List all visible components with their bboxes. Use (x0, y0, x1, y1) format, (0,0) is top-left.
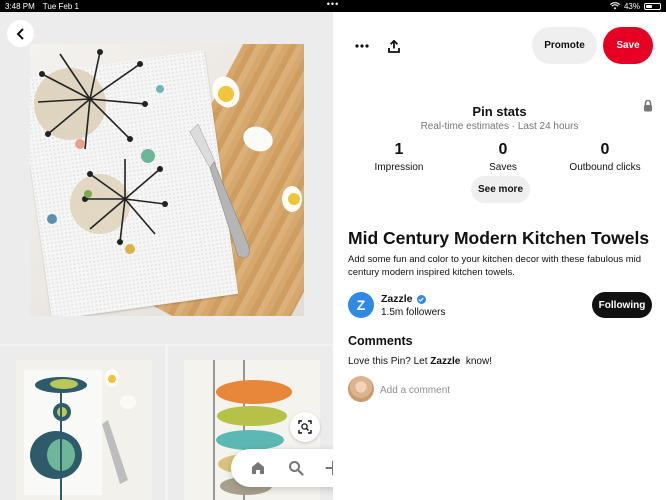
stat-label: Outbound clicks (569, 162, 641, 173)
stat-outbound-clicks: 0 Outbound clicks (555, 140, 655, 173)
pin-description: Add some fun and color to your kitchen d… (348, 254, 642, 278)
pin-closeup-screen: 3:48 PM Tue Feb 1 ••• 43% Promote Save P… (0, 0, 666, 500)
wifi-icon (609, 2, 620, 10)
lens-search-icon (298, 420, 312, 434)
comments-heading: Comments (348, 334, 413, 348)
status-date: Tue Feb 1 (42, 1, 79, 11)
multitasking-dots[interactable]: ••• (327, 0, 339, 9)
related-pin-image (16, 360, 152, 500)
comments-prompt-creator[interactable]: Zazzle (430, 356, 460, 367)
creator-name-row[interactable]: Zazzle (381, 293, 426, 305)
status-bar: 3:48 PM Tue Feb 1 ••• 43% (0, 0, 666, 12)
more-horizontal-icon (355, 44, 369, 48)
home-icon (251, 462, 264, 474)
share-upload-icon (388, 39, 400, 53)
back-button[interactable] (7, 20, 34, 47)
kitchen-towel-photo (30, 44, 304, 316)
creator-avatar[interactable]: Z (348, 292, 374, 318)
verified-badge-icon (416, 294, 426, 304)
battery-icon (644, 2, 661, 10)
stat-label: Saves (489, 162, 517, 173)
pin-title: Mid Century Modern Kitchen Towels (348, 228, 650, 248)
status-time: 3:48 PM (5, 1, 35, 11)
nav-home[interactable] (245, 455, 271, 481)
creator-name: Zazzle (381, 293, 413, 305)
add-comment-input[interactable] (380, 382, 640, 398)
user-avatar (348, 376, 374, 402)
creator-logo-letter: Z (356, 297, 366, 313)
pin-stats-subtitle: Real-time estimates · Last 24 hours (420, 121, 579, 132)
pin-details-panel: Promote Save Pin stats Real-time estimat… (333, 12, 666, 500)
search-icon (288, 461, 304, 476)
share-button[interactable] (383, 35, 405, 57)
comments-prompt: Love this Pin? Let Zazzle know! (348, 356, 492, 367)
more-options-button[interactable] (351, 36, 373, 56)
creator-followers: 1.5m followers (381, 307, 446, 318)
comments-prompt-end: know! (460, 356, 492, 367)
lock-icon (644, 99, 652, 112)
stat-value: 0 (600, 141, 610, 158)
pin-stats-title: Pin stats (472, 104, 527, 119)
stat-impressions: 1 Impression (349, 140, 449, 173)
stat-value: 1 (394, 141, 404, 158)
nav-search[interactable] (283, 455, 309, 481)
pin-hero-image[interactable] (0, 12, 333, 344)
comments-prompt-text: Love this Pin? Let (348, 356, 431, 367)
related-pin-thumbnail[interactable] (0, 346, 165, 500)
stat-label: Impression (374, 162, 424, 173)
chevron-left-icon (16, 27, 24, 40)
stat-value: 0 (498, 141, 508, 158)
visual-search-button[interactable] (290, 412, 320, 442)
pin-media-panel (0, 12, 333, 500)
promote-button[interactable]: Promote (532, 27, 597, 64)
battery-percent: 43% (623, 1, 640, 11)
see-more-button[interactable]: See more (471, 176, 530, 203)
save-button[interactable]: Save (603, 27, 653, 64)
stat-saves: 0 Saves (453, 140, 553, 173)
following-button[interactable]: Following (592, 292, 652, 318)
